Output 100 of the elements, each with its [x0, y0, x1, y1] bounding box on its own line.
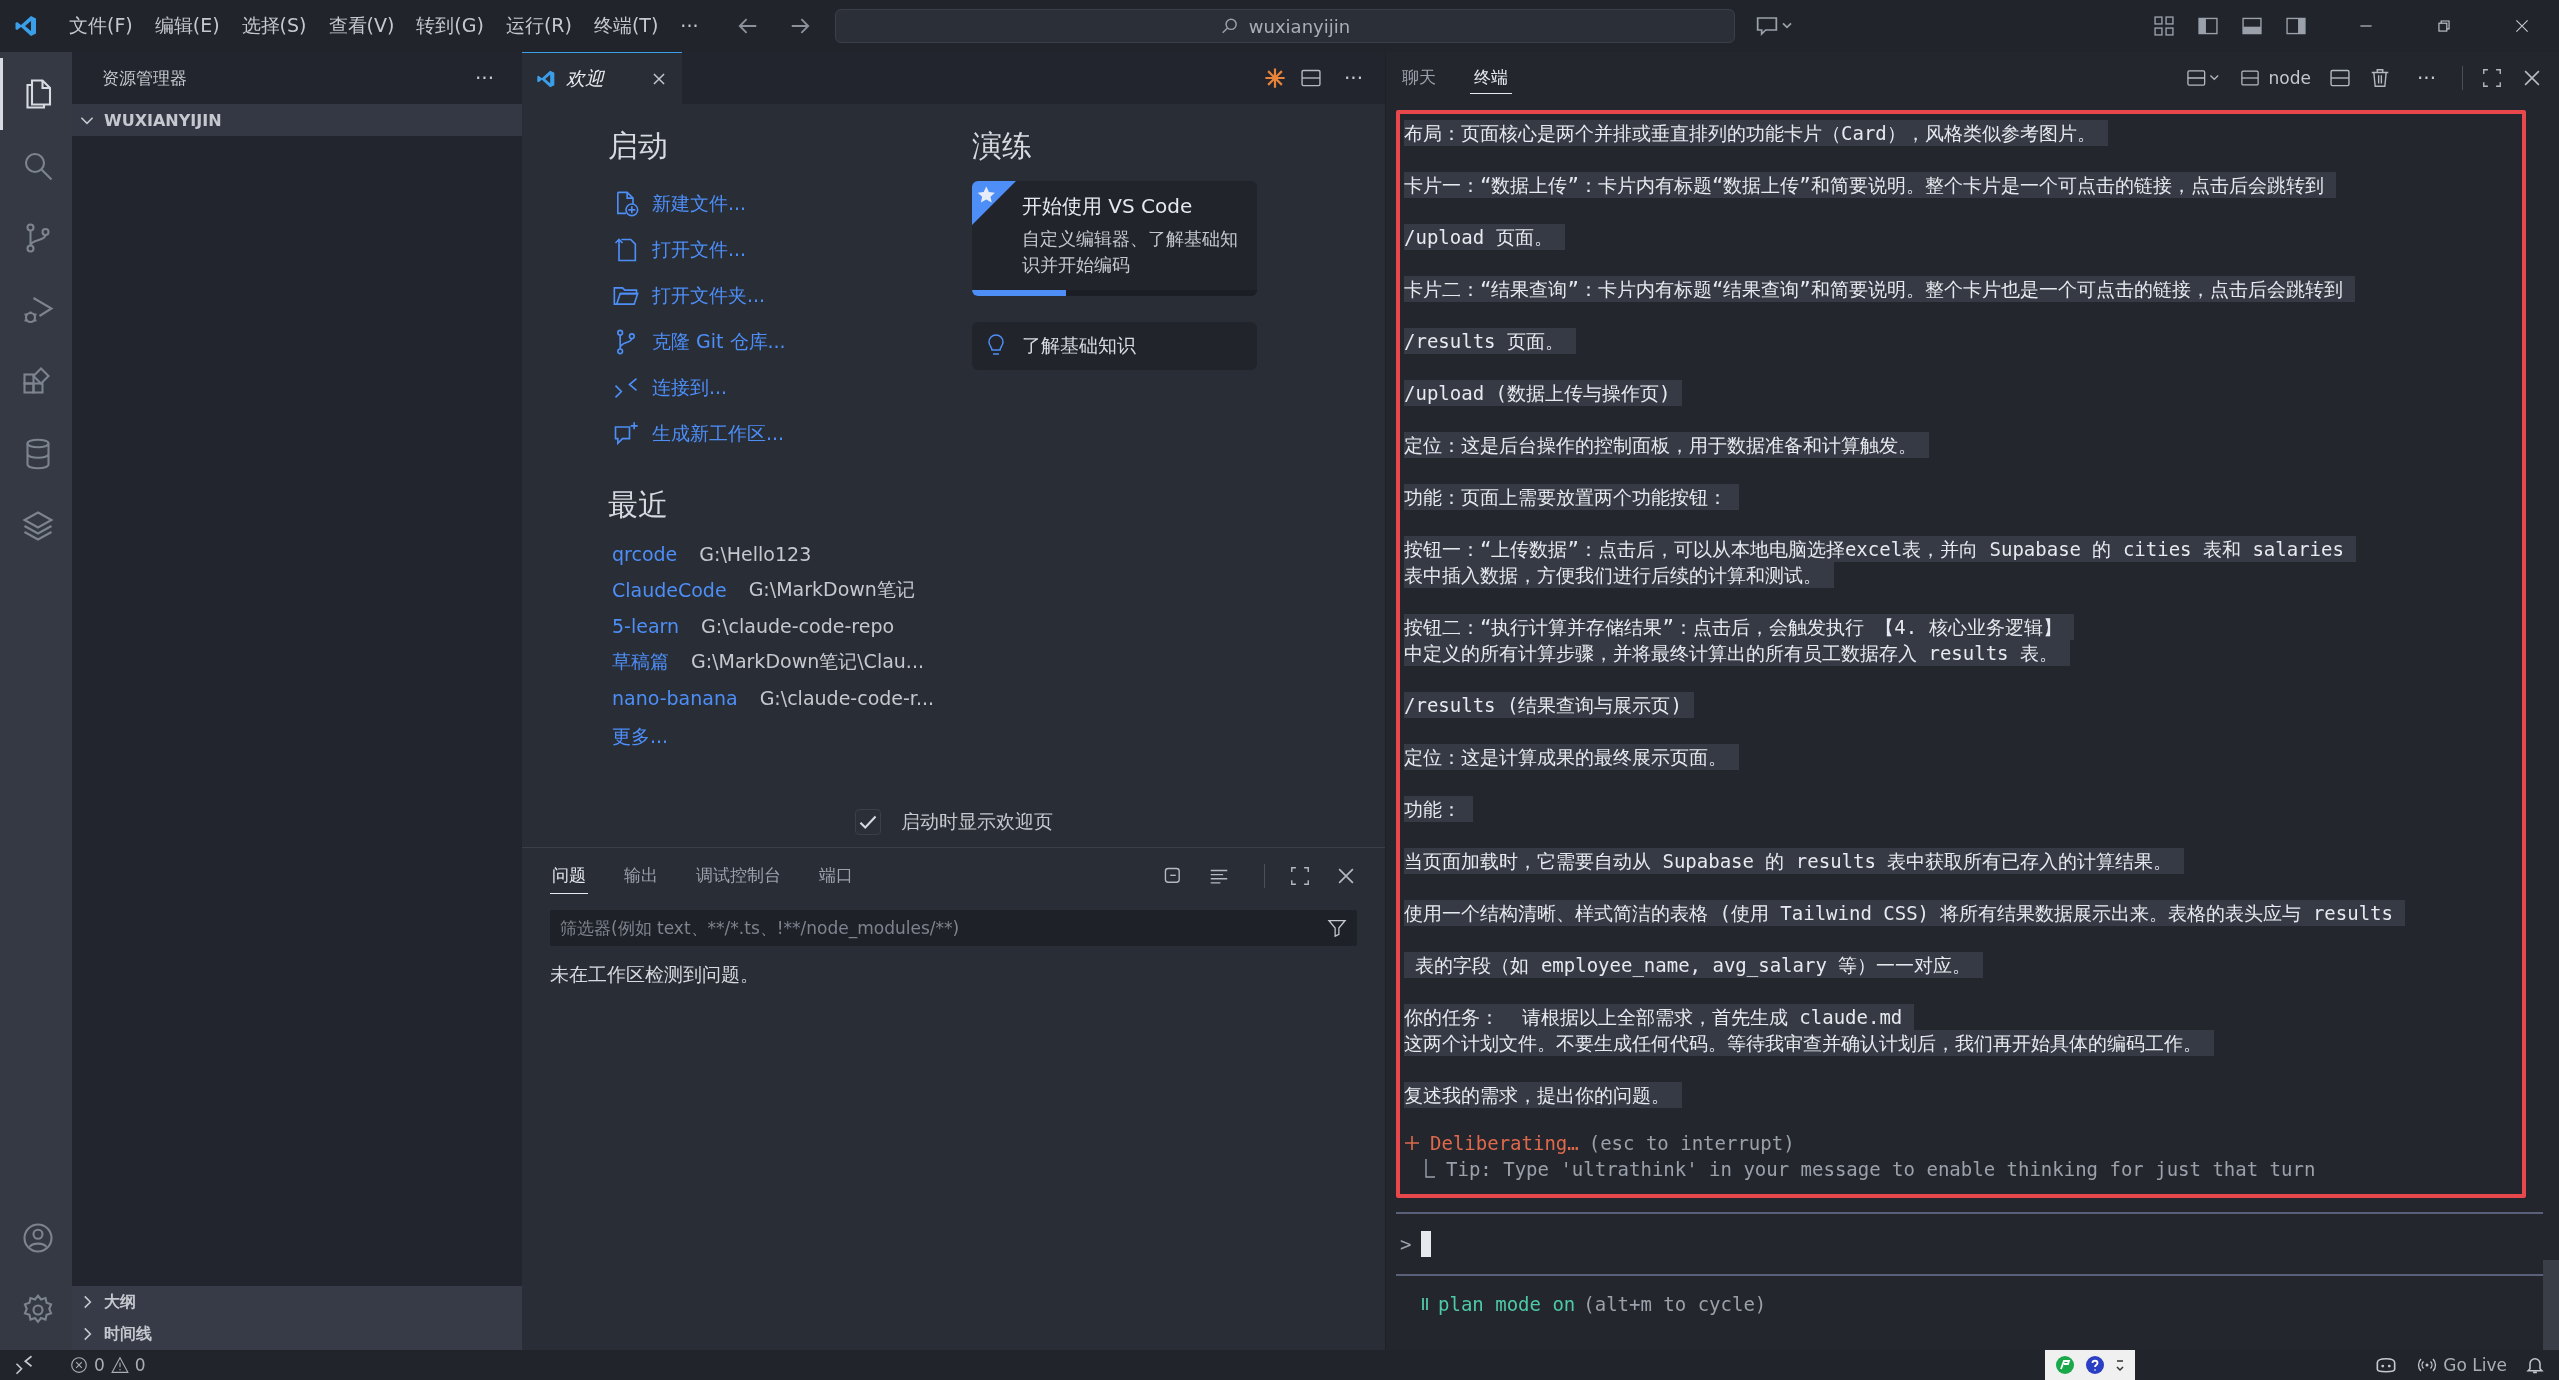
start-link[interactable]: 新建文件... — [612, 181, 938, 227]
problems-counter[interactable]: 0 0 — [70, 1355, 146, 1375]
split-terminal-icon[interactable] — [2328, 67, 2351, 89]
maximize-icon[interactable] — [1289, 865, 1311, 887]
recent-folder-link[interactable]: nano-banana — [612, 687, 738, 709]
notification-bell-icon[interactable] — [2525, 1355, 2545, 1375]
start-link[interactable]: 克隆 Git 仓库... — [612, 319, 938, 365]
terminal-text: 功能： — [1404, 796, 1473, 822]
recent-folder-link[interactable]: 草稿篇 — [612, 649, 669, 675]
recent-folder-link[interactable]: ClaudeCode — [612, 579, 727, 601]
filter-field[interactable]: 筛选器(例如 text、**/*.ts、!**/node_modules/**) — [550, 910, 1357, 946]
start-link[interactable]: 打开文件夹... — [612, 273, 938, 319]
walkthrough-card[interactable]: 开始使用 VS Code 自定义编辑器、了解基础知识并开始编码 — [972, 181, 1257, 296]
mode-label: plan mode on — [1438, 1293, 1576, 1315]
tree-elbow-icon — [1424, 1159, 1436, 1179]
mode-hint: (alt+m to cycle) — [1583, 1293, 1767, 1315]
status-text: Deliberating… — [1430, 1131, 1579, 1156]
panel-tab[interactable]: 调试控制台 — [694, 858, 783, 894]
terminal-text: 使用一个结构清晰、样式简洁的表格 (使用 Tailwind CSS) 将所有结果数据展示出来。表格的表头应与 results — [1404, 900, 2405, 926]
terminal-text: 布局：页面核心是两个并排或垂直排列的功能卡片（Card），风格类似参考图片。 — [1404, 120, 2108, 146]
start-link[interactable]: 连接到... — [612, 365, 938, 411]
error-icon — [70, 1356, 88, 1374]
sidebar-title: 资源管理器 — [102, 66, 188, 90]
more-link[interactable]: 更多... — [612, 724, 669, 750]
extension-icon[interactable] — [2055, 1355, 2076, 1375]
more-actions-button[interactable]: ··· — [466, 66, 502, 90]
extension-tray[interactable] — [2045, 1350, 2136, 1380]
terminal-selector[interactable]: node — [2240, 68, 2311, 88]
editor-tab[interactable]: 欢迎 — [522, 52, 682, 104]
menu-item[interactable]: 终端(T) — [584, 7, 668, 45]
terminal-text: 你的任务： 请根据以上全部需求，首先生成 claude.md — [1404, 1004, 1915, 1030]
terminal-text: /results (结果查询与展示页) — [1404, 692, 1694, 718]
menu-item[interactable]: 选择(S) — [232, 7, 316, 45]
app-logo-icon — [14, 14, 38, 38]
star-badge-icon — [972, 181, 1016, 225]
terminal-text: /upload (数据上传与操作页) — [1404, 380, 1683, 406]
folder-path: G:\MarkDown笔记 — [748, 577, 915, 602]
menu-item[interactable]: 转到(G) — [407, 7, 493, 45]
command-center-search[interactable]: wuxianyijin — [835, 9, 1736, 43]
terminal-text: 这两个计划文件。不要生成任何代码。等待我审查并确认计划后，我们再开始具体的编码工作。 — [1404, 1030, 2214, 1056]
warning-icon — [110, 1356, 129, 1374]
start-link[interactable]: 打开文件... — [612, 227, 938, 273]
section-heading: 最近 — [608, 486, 669, 524]
terminal-text: 定位：这是后台操作的控制面板，用于数据准备和计算触发。 — [1404, 432, 1929, 458]
text-cursor — [1421, 1231, 1432, 1257]
generate-icon — [612, 420, 640, 448]
close-icon[interactable] — [2513, 17, 2531, 35]
more-actions-button[interactable]: ··· — [2408, 66, 2444, 90]
more-menu[interactable]: ··· — [671, 9, 708, 43]
section-heading: 启动 — [608, 127, 669, 165]
pause-icon — [1420, 1295, 1430, 1313]
terminal-text: 表的字段（如 employee_name, avg_salary 等）一一对应。 — [1404, 952, 1984, 978]
panel-tab[interactable]: 端口 — [817, 858, 855, 894]
menu-item[interactable]: 文件(F) — [60, 7, 142, 45]
panel-tab[interactable]: 聊天 — [1398, 62, 1440, 94]
spinner-icon — [1404, 1135, 1420, 1151]
folder-path: G:\MarkDown笔记\Clau... — [691, 649, 924, 674]
sparkle-icon[interactable] — [1263, 67, 1286, 89]
problems-message: 未在工作区检测到问题。 — [550, 962, 759, 987]
terminal-text: 卡片二：“结果查询”：卡片内有标题“结果查询”和简要说明。整个卡片也是一个可点击的链接，点击后会跳转到 — [1404, 276, 2355, 302]
section-header[interactable]: 时间线 — [72, 1318, 522, 1350]
walkthrough-card[interactable]: 了解基础知识 — [972, 322, 1257, 370]
filter-icon[interactable] — [1327, 918, 1347, 938]
scrollbar[interactable] — [2543, 1260, 2559, 1350]
terminal-text: 中定义的所有计算步骤，并将最终计算出的所有员工数据存入 results 表。 — [1404, 640, 2070, 666]
menu-item[interactable]: 查看(V) — [319, 7, 404, 45]
panel-tab[interactable]: 终端 — [1470, 62, 1512, 94]
restore-icon[interactable] — [2435, 17, 2453, 35]
section-header[interactable]: 大纲 — [72, 1286, 522, 1318]
start-link[interactable]: 生成新工作区... — [612, 411, 938, 457]
terminal-text: 定位：这是计算成果的最终展示页面。 — [1404, 744, 1739, 770]
terminal-text: 按钮一：“上传数据”：点击后，可以从本地电脑选择excel表，并向 Supabase 的 cities 表和 salaries — [1404, 536, 2356, 562]
checkbox[interactable] — [854, 809, 881, 835]
more-actions-button[interactable]: ··· — [1335, 66, 1371, 90]
help-icon[interactable] — [2085, 1355, 2106, 1375]
vs-code-logo-icon — [536, 68, 556, 89]
terminal-text: 功能：页面上需要放置两个功能按钮： — [1404, 484, 1739, 510]
recent-folder-link[interactable]: qrcode — [612, 543, 678, 565]
prompt-symbol: > — [1400, 1233, 1412, 1255]
toggle-panel-icon[interactable] — [2241, 15, 2263, 37]
go-live-button[interactable]: Go Live — [2417, 1355, 2507, 1375]
menu-item[interactable]: 编辑(E) — [145, 7, 229, 45]
terminal-text: /upload 页面。 — [1404, 224, 1565, 250]
panel-tab[interactable]: 输出 — [622, 858, 660, 894]
terminal-icon — [2240, 68, 2261, 88]
folder-path: G:\claude-code-r... — [759, 687, 935, 709]
folder-path: G:\Hello123 — [699, 543, 812, 565]
toggle-sidebar-icon[interactable] — [2197, 15, 2219, 37]
panel-tab[interactable]: 问题 — [550, 858, 588, 894]
layout-icon[interactable] — [2153, 15, 2175, 37]
terminal-text: 表中插入数据，方便我们进行后续的计算和测试。 — [1404, 562, 1834, 588]
split-editor-icon[interactable] — [1299, 67, 1322, 89]
toggle-secondary-sidebar-icon[interactable] — [2285, 15, 2307, 37]
remote-icon[interactable] — [14, 1355, 34, 1375]
maximize-icon[interactable] — [2481, 67, 2503, 89]
menu-item[interactable]: 运行(R) — [496, 7, 581, 45]
recent-folder-link[interactable]: 5-learn — [612, 615, 680, 637]
search-icon — [1220, 17, 1239, 35]
folder-header[interactable]: WUXIANYIJIN — [72, 104, 522, 136]
folder-path: G:\claude-code-repo — [701, 615, 895, 637]
